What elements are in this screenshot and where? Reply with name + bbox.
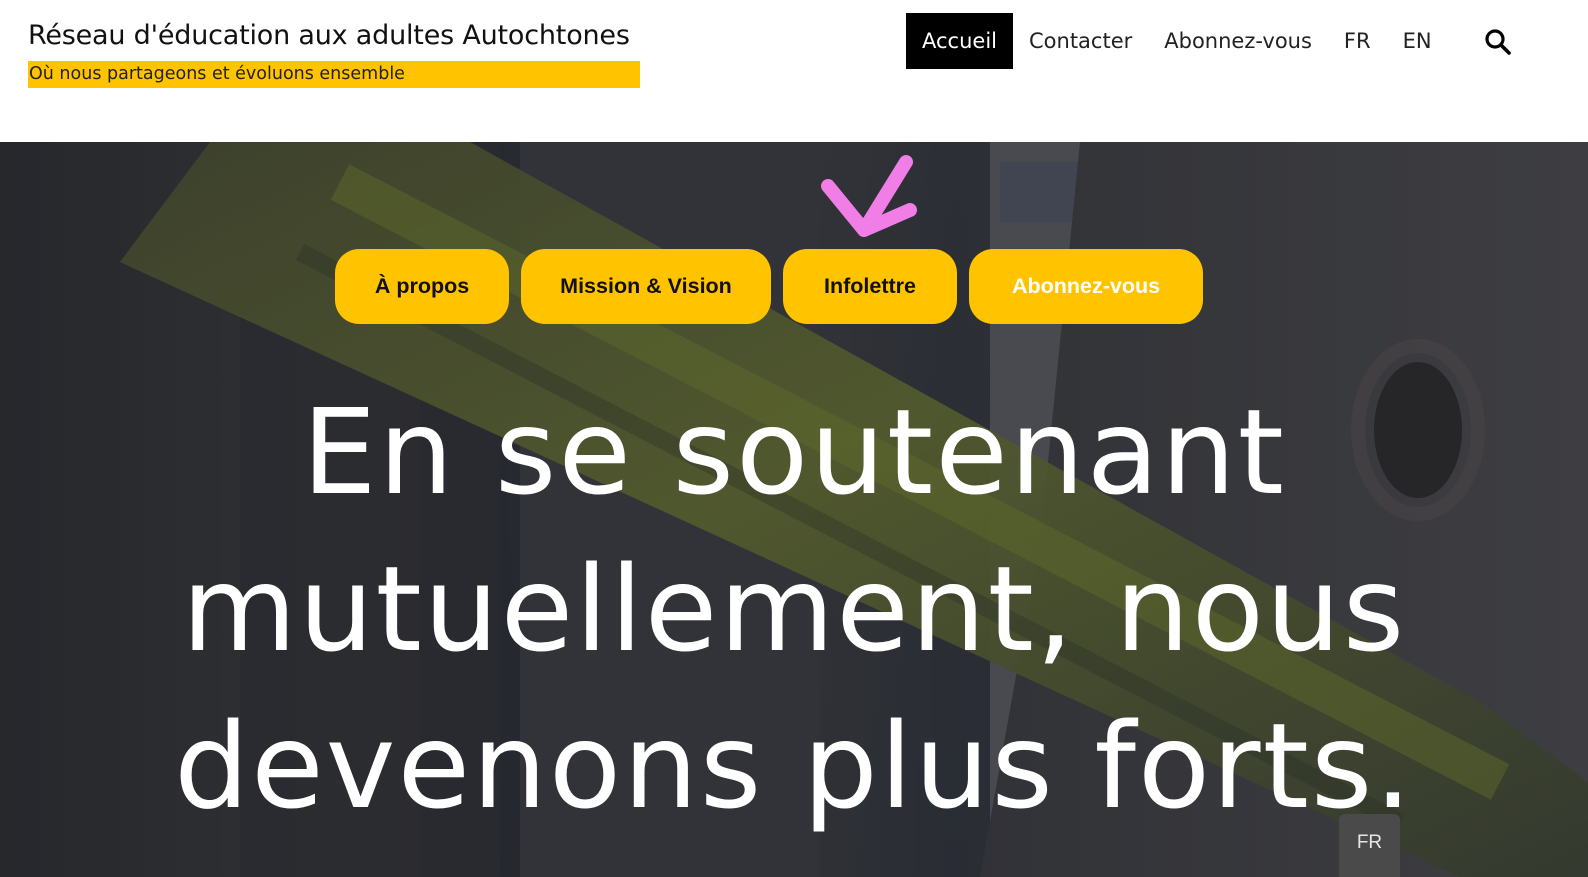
a-propos-button[interactable]: À propos [335,249,509,324]
site-branding: Réseau d'éducation aux adultes Autochton… [28,18,640,88]
hero-heading-line: En se soutenant [302,383,1286,521]
nav-item-lang-fr[interactable]: FR [1328,13,1387,69]
site-header: Réseau d'éducation aux adultes Autochton… [0,0,1588,142]
site-tagline: Où nous partageons et évoluons ensemble [28,61,640,88]
hero-heading-line: mutuellement, nous [181,540,1407,678]
hero-heading: En se soutenant mutuellement, nous deven… [0,374,1588,845]
nav-item-abonnez-vous[interactable]: Abonnez-vous [1148,13,1328,69]
main-navigation: Accueil Contacter Abonnez-vous FR EN [906,13,1448,69]
abonnez-vous-button[interactable]: Abonnez-vous [969,249,1203,324]
nav-item-contacter[interactable]: Contacter [1013,13,1148,69]
search-icon[interactable] [1484,28,1512,56]
nav-item-accueil[interactable]: Accueil [906,13,1013,69]
site-title[interactable]: Réseau d'éducation aux adultes Autochton… [28,18,640,54]
language-switcher-chip[interactable]: FR [1339,814,1400,877]
hero-section: À propos Mission & Vision Infolettre Abo… [0,142,1588,877]
infolettre-button[interactable]: Infolettre [783,249,957,324]
nav-item-lang-en[interactable]: EN [1387,13,1448,69]
mission-vision-button[interactable]: Mission & Vision [521,249,771,324]
checkmark-icon [821,155,917,237]
hero-button-row: À propos Mission & Vision Infolettre Abo… [335,249,1203,324]
